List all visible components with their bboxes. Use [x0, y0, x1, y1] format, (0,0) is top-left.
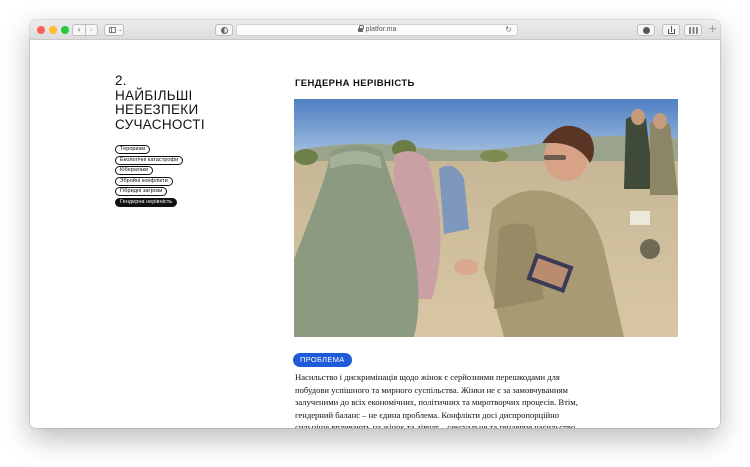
new-tab-icon[interactable]: +	[708, 23, 717, 35]
menu-item-armed-conflicts[interactable]: Збройні конфлікти	[115, 176, 173, 186]
section-title-text: НАЙБІЛЬШІ НЕБЕЗПЕКИ СУЧАСНОСТІ	[115, 87, 205, 132]
lock-icon	[357, 25, 364, 32]
photo-illustration	[294, 99, 678, 337]
article-photo	[294, 99, 678, 337]
zoom-window-button[interactable]	[61, 26, 69, 34]
downloads-button[interactable]	[637, 24, 655, 36]
close-window-button[interactable]	[37, 26, 45, 34]
menu-item-ecological-disasters[interactable]: Екологічні катастрофи	[115, 155, 184, 165]
address-bar[interactable]: platfor.ma ↻	[236, 24, 518, 36]
back-button[interactable]: ‹	[72, 24, 85, 36]
shield-icon	[221, 27, 228, 34]
menu-item-cyberattacks[interactable]: Кібератаки	[115, 166, 154, 175]
sidebar-toggle-button[interactable]: ⌄	[104, 24, 124, 36]
forward-icon: ›	[89, 25, 94, 34]
browser-toolbar: ‹ › ⌄ platfor.ma ↻ +	[30, 20, 720, 40]
section-number: 2.	[115, 73, 127, 88]
section-title: 2. НАЙБІЛЬШІ НЕБЕЗПЕКИ СУЧАСНОСТІ	[115, 73, 255, 132]
back-icon: ‹	[77, 25, 81, 34]
tabs-icon	[689, 27, 698, 34]
share-button[interactable]	[662, 24, 680, 36]
tab-overview-button[interactable]	[684, 24, 702, 36]
share-arrow	[671, 26, 672, 32]
chevron-down-icon: ⌄	[118, 26, 124, 33]
minimize-window-button[interactable]	[49, 26, 57, 34]
forward-button[interactable]: ›	[85, 24, 98, 36]
problem-badge: ПРОБЛЕМА	[293, 353, 352, 367]
menu-item-terrorism[interactable]: Тероризм	[115, 145, 151, 154]
page-content: 2. НАЙБІЛЬШІ НЕБЕЗПЕКИ СУЧАСНОСТІ Терори…	[30, 40, 720, 428]
reload-icon[interactable]: ↻	[505, 25, 512, 35]
privacy-report-button[interactable]	[215, 24, 233, 36]
menu-item-gender-inequality[interactable]: Гендерна нерівність	[115, 197, 178, 207]
article-heading: ГЕНДЕРНА НЕРІВНІСТЬ	[295, 78, 415, 89]
section-menu: Тероризм Екологічні катастрофи Кібератак…	[115, 145, 184, 208]
url-text: platfor.ma	[365, 26, 397, 33]
download-icon	[643, 27, 650, 34]
menu-item-hybrid-threats[interactable]: Гібридні загрози	[115, 187, 168, 196]
sidebar-icon	[109, 27, 116, 33]
browser-window: ‹ › ⌄ platfor.ma ↻ + 2. НАЙБІЛЬШІ НЕБЕЗП…	[30, 20, 720, 428]
article-body: Насильство і дискримінація щодо жінок є …	[295, 372, 578, 428]
